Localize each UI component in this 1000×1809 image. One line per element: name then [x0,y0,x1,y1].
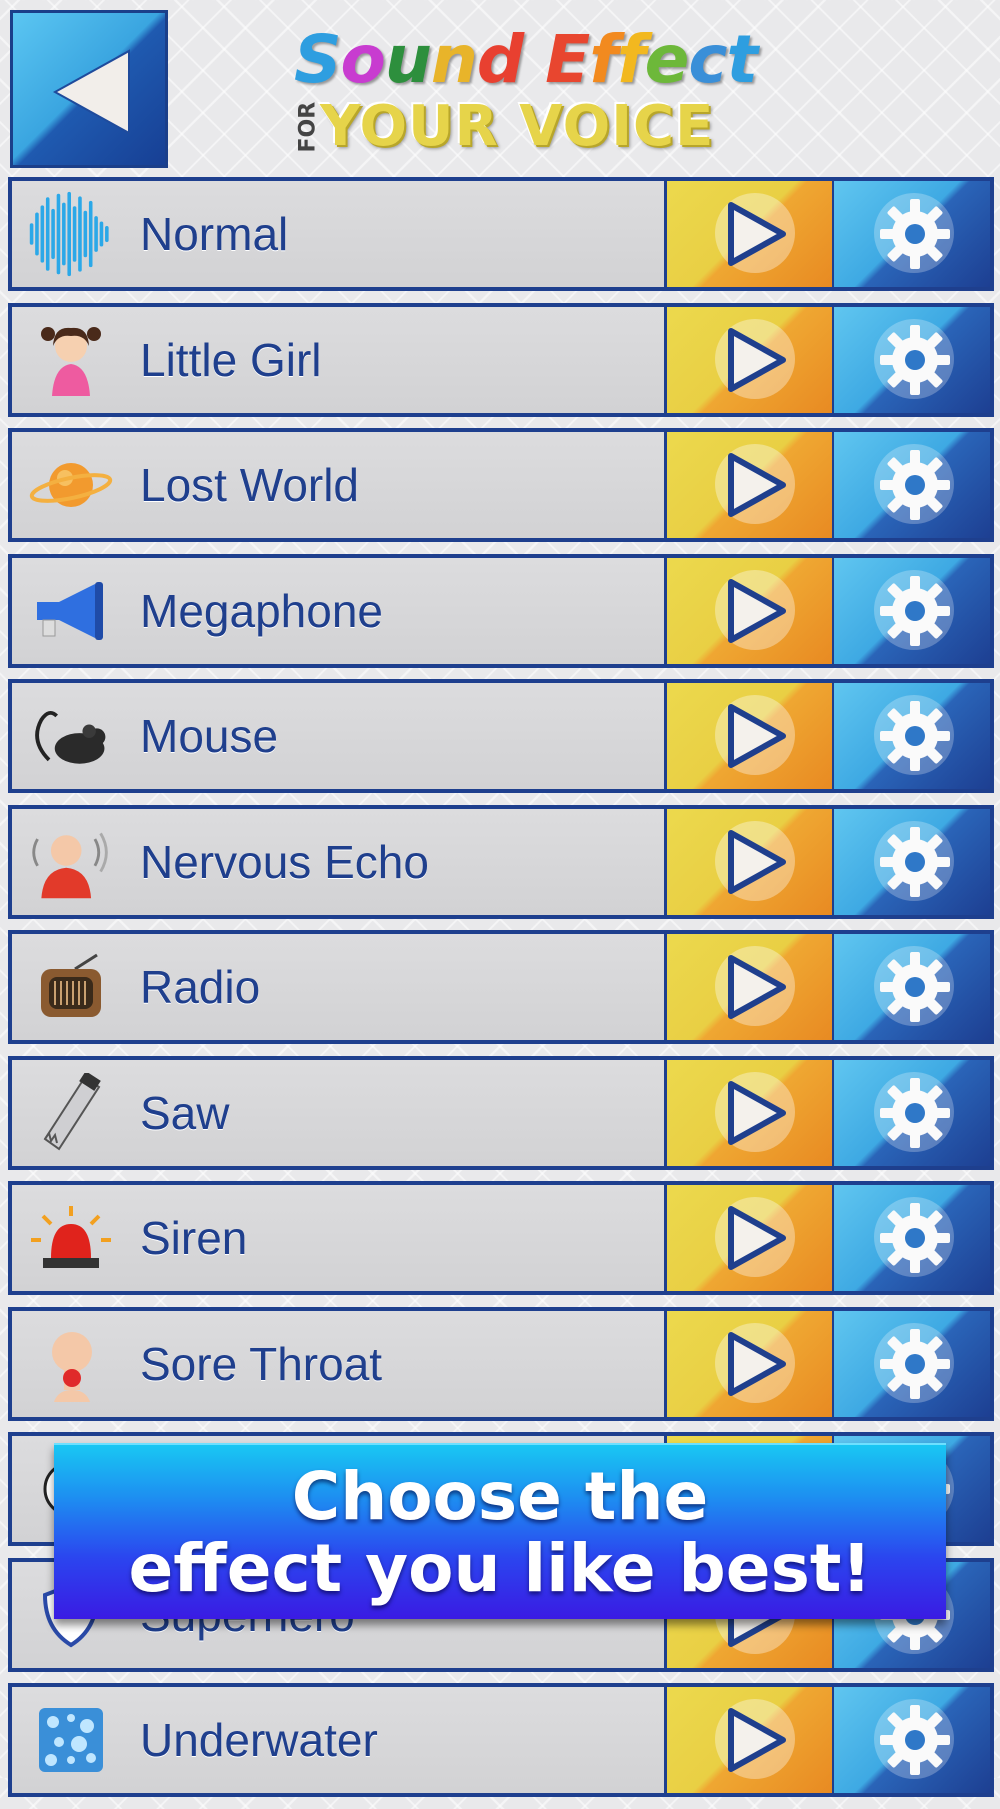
play-button[interactable] [664,1185,832,1291]
effect-row[interactable]: Normal [8,177,994,291]
effect-label: Saw [140,1086,230,1139]
settings-button[interactable] [832,683,990,789]
play-button[interactable] [664,306,832,413]
effect-row[interactable]: Mouse [8,679,994,793]
settings-button[interactable] [832,1059,990,1166]
effect-label: Nervous Echo [140,835,429,888]
radio-icon [28,944,114,1030]
play-button[interactable] [664,181,832,287]
play-button[interactable] [664,557,832,664]
settings-button[interactable] [832,432,990,538]
settings-button[interactable] [832,1687,990,1793]
play-button[interactable] [664,432,832,538]
effect-row[interactable]: Siren [8,1181,994,1295]
settings-button[interactable] [832,181,990,287]
logo-title-line1: Sound Effect [294,21,758,98]
settings-button[interactable] [832,1310,990,1417]
instruction-banner: Choose the effect you like best! [54,1443,946,1619]
effect-label: Radio [140,961,261,1013]
logo-title-line2: YOUR VOICE [320,94,715,159]
play-button[interactable] [664,1687,832,1793]
logo-word: Effect [545,21,758,98]
effect-row[interactable]: Saw [8,1055,994,1170]
effect-label: Underwater [140,1714,378,1766]
effect-row[interactable]: Nervous Echo [8,804,994,919]
back-button[interactable] [10,10,168,168]
logo-for-text: FOR [295,101,321,153]
effect-label: Normal [140,208,289,260]
settings-button[interactable] [832,557,990,664]
effect-label: Megaphone [140,584,383,637]
play-button[interactable] [664,934,832,1040]
banner-text: Choose the effect you like best! [128,1458,872,1607]
effect-row[interactable]: Megaphone [8,553,994,668]
back-triangle-icon [52,49,130,135]
app-header: Sound Effect FOR YOUR VOICE [0,0,1000,178]
effect-label: Siren [140,1212,248,1264]
sound-wave-icon [28,191,114,277]
settings-button[interactable] [832,934,990,1040]
effect-label: Little Girl [140,333,322,386]
effect-row[interactable]: Sore Throat [8,1306,994,1421]
play-button[interactable] [664,683,832,789]
play-button[interactable] [664,1059,832,1166]
settings-button[interactable] [832,1185,990,1291]
play-button[interactable] [664,808,832,915]
logo-word: Sound [294,21,524,98]
nervous-man-icon [28,819,114,905]
little-girl-icon [28,317,114,403]
effect-label: Lost World [140,459,360,511]
planet-icon [28,442,114,528]
app-logo: Sound Effect FOR YOUR VOICE [290,22,758,160]
water-bubbles-icon [28,1697,114,1783]
effect-label: Sore Throat [140,1337,383,1390]
siren-icon [28,1195,114,1281]
effect-row[interactable]: Underwater [8,1683,994,1797]
saw-icon [28,1070,114,1156]
sore-throat-icon [28,1321,114,1407]
effect-row[interactable]: Little Girl [8,302,994,417]
mouse-icon [28,693,114,779]
settings-button[interactable] [832,306,990,413]
effect-row[interactable]: Lost World [8,428,994,542]
play-button[interactable] [664,1310,832,1417]
effect-row[interactable]: Radio [8,930,994,1044]
megaphone-icon [28,568,114,654]
effect-label: Mouse [140,710,279,762]
settings-button[interactable] [832,808,990,915]
